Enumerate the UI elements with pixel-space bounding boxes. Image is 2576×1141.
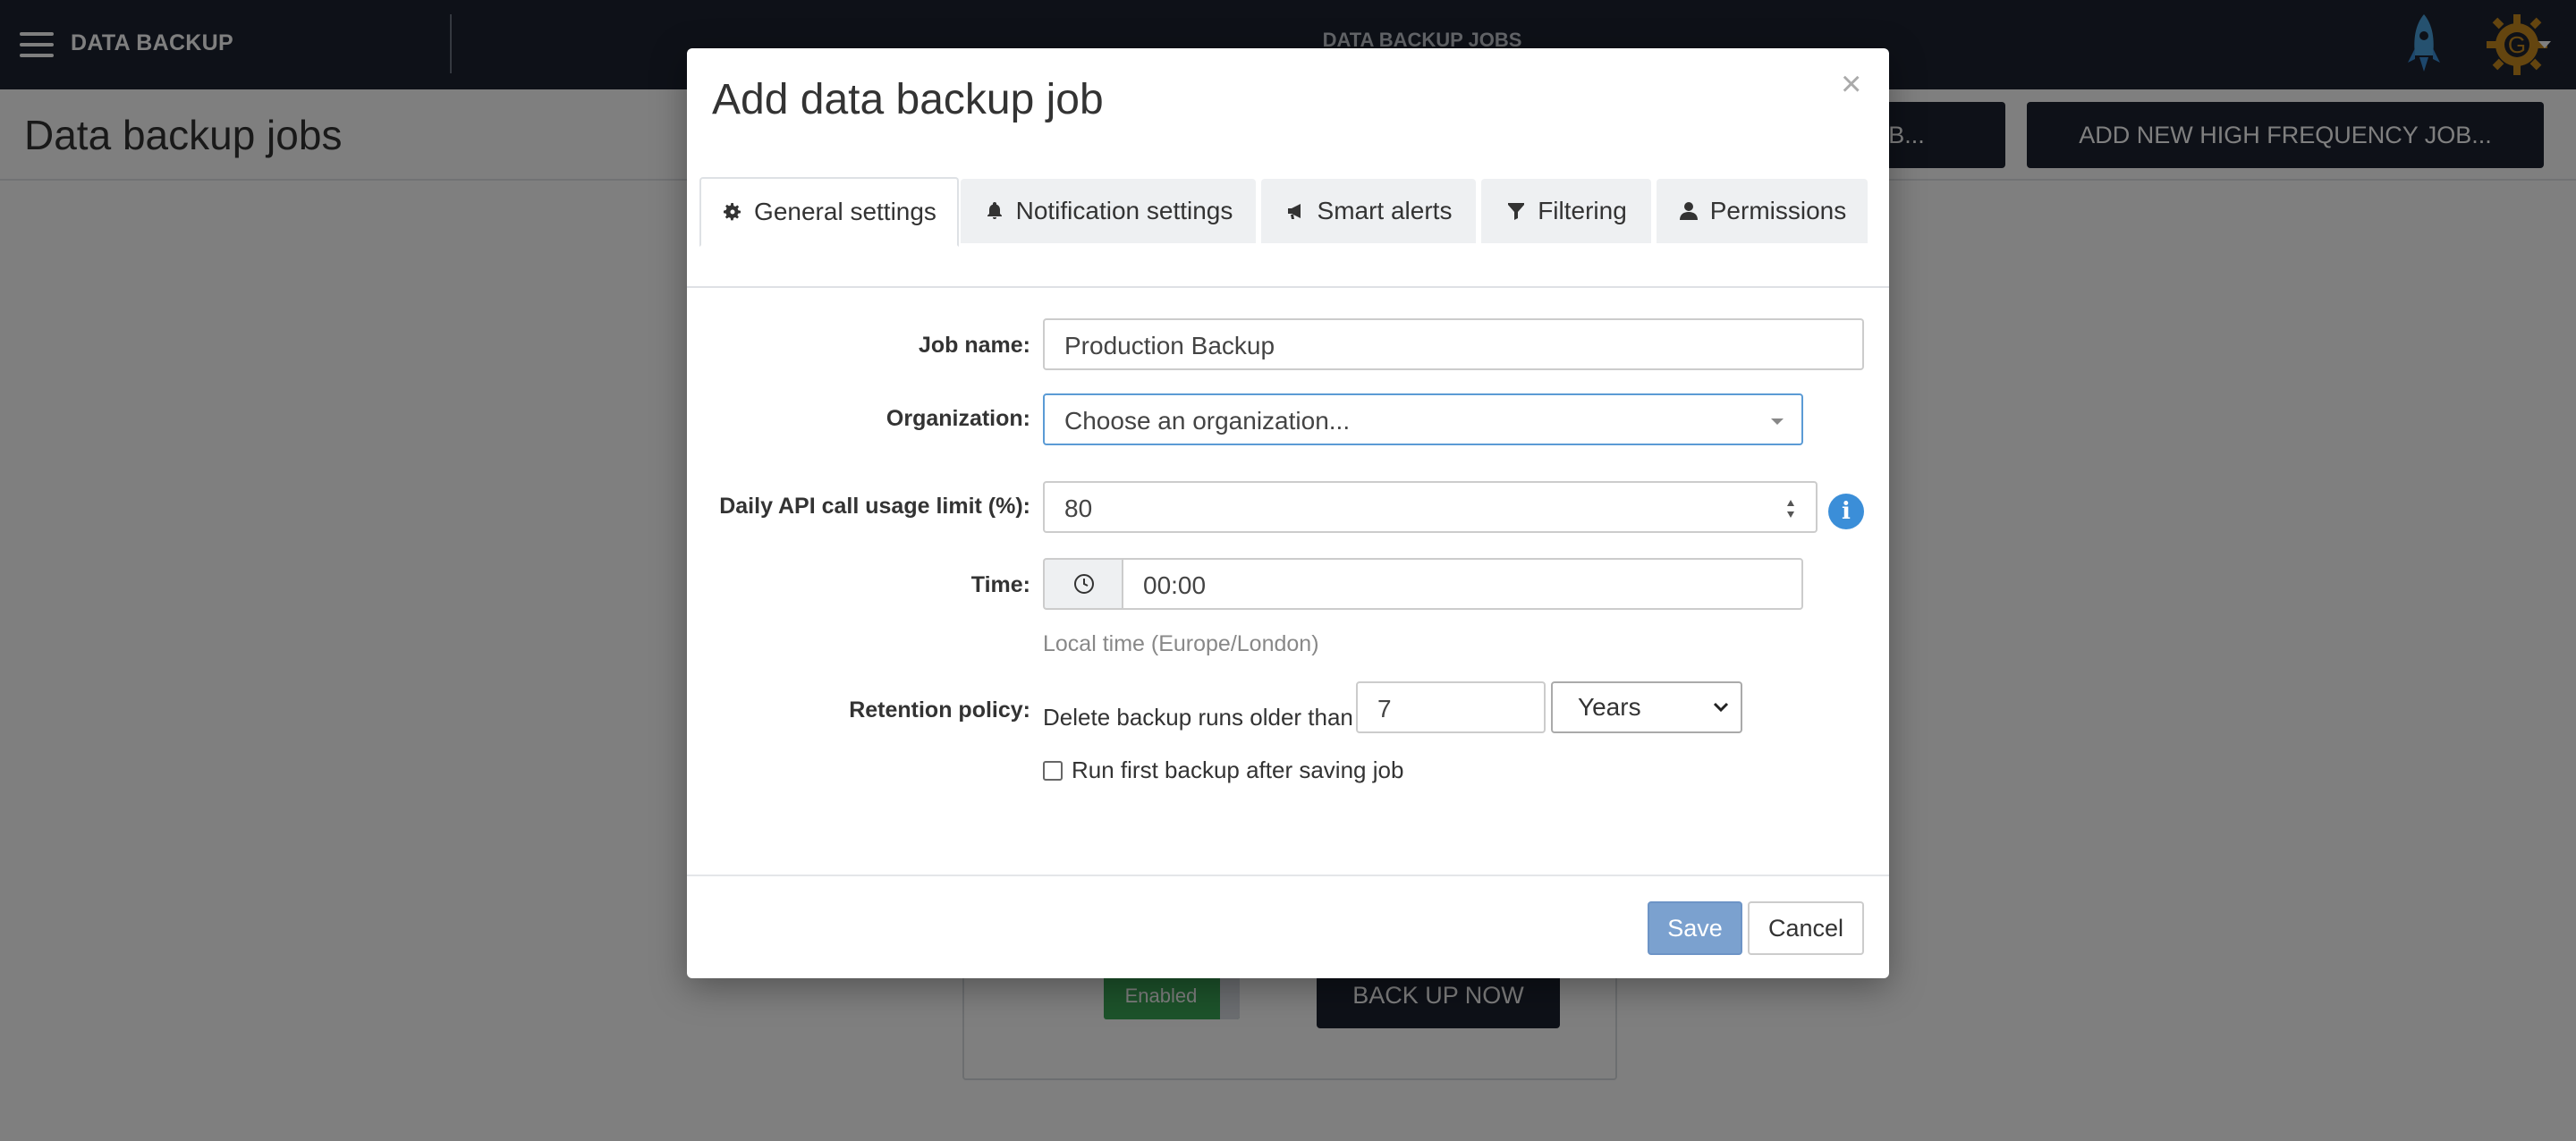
job-name-label: Job name: — [918, 333, 1030, 358]
tab-general-settings[interactable]: General settings — [699, 177, 959, 247]
filter-icon — [1508, 203, 1525, 220]
retention-unit-value: Years — [1578, 693, 1641, 721]
time-helper-text: Local time (Europe/London) — [1043, 631, 1319, 656]
tab-smart-alerts[interactable]: Smart alerts — [1261, 179, 1476, 243]
organization-label: Organization: — [886, 406, 1030, 431]
user-icon — [1679, 202, 1698, 220]
run-first-backup-label[interactable]: Run first backup after saving job — [1072, 756, 1403, 784]
run-first-backup-checkbox[interactable] — [1043, 761, 1063, 781]
save-button[interactable]: Save — [1648, 901, 1742, 955]
organization-select-value: Choose an organization... — [1064, 407, 1351, 435]
retention-label: Retention policy: — [849, 697, 1030, 723]
tab-filtering[interactable]: Filtering — [1481, 179, 1651, 243]
add-backup-job-modal: Add data backup job × General settings N… — [687, 48, 1889, 978]
tab-label: General settings — [754, 198, 936, 225]
tab-label: Permissions — [1709, 197, 1847, 224]
tab-label: Filtering — [1538, 197, 1627, 224]
organization-select[interactable]: Choose an organization... — [1043, 393, 1803, 445]
retention-amount-input[interactable]: 7 — [1356, 681, 1546, 733]
clock-icon — [1043, 558, 1123, 610]
time-label: Time: — [970, 572, 1030, 597]
chevron-down-icon — [1713, 702, 1729, 713]
megaphone-icon — [1287, 204, 1301, 219]
modal-footer-divider — [687, 875, 1889, 876]
cancel-button[interactable]: Cancel — [1748, 901, 1864, 955]
job-name-input[interactable]: Production Backup — [1043, 318, 1864, 370]
api-limit-value: 80 — [1064, 494, 1093, 522]
api-limit-label: Daily API call usage limit (%): — [719, 494, 1030, 519]
time-input[interactable]: 00:00 — [1122, 558, 1803, 610]
bell-icon — [987, 202, 1002, 219]
chevron-down-icon — [1771, 418, 1784, 425]
tab-label: Smart alerts — [1317, 197, 1453, 224]
retention-prefix-text: Delete backup runs older than — [1043, 704, 1353, 731]
settings-tabs: General settings Notification settings S… — [687, 172, 1889, 288]
tab-label: Notification settings — [1015, 197, 1233, 224]
info-icon[interactable]: i — [1828, 494, 1864, 529]
tab-notification-settings[interactable]: Notification settings — [961, 179, 1256, 243]
retention-unit-select[interactable]: Years — [1551, 681, 1742, 733]
close-icon[interactable]: × — [1841, 66, 1861, 102]
api-limit-input[interactable]: 80 — [1043, 481, 1818, 533]
gear-icon — [724, 203, 741, 221]
tab-permissions[interactable]: Permissions — [1657, 179, 1868, 243]
modal-title: Add data backup job — [712, 76, 1104, 123]
number-spinner-icon[interactable] — [1785, 497, 1796, 520]
